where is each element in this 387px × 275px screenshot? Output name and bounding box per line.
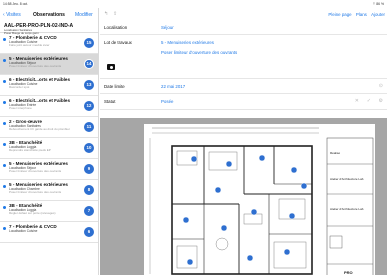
plan-sheet: Réalisé Atelier d'Architecture Lab Ateli… [144,124,375,275]
list-item[interactable]: 3B - Etanchéité Localisation Loggia Régler… [0,201,98,222]
list-item[interactable]: 2 - Gros-œuvre Localisation Sanitaires Reb… [0,117,98,138]
item-number-badge: 12 [84,101,94,111]
share-icon[interactable]: ⇪ [113,11,117,17]
date-row[interactable]: Date limite 22 mai 2017 ⊙ [100,79,387,94]
sidebar-title: Observations [33,12,65,18]
cartouche-text-2: Atelier d'Architecture Lab [330,177,364,181]
status-dot-icon [3,59,6,62]
status-dot-icon [3,38,6,41]
localisation-row[interactable]: Localisation Séjour [100,20,387,35]
cartouche-text-3: Atelier d'Architecture Lab [330,207,364,211]
floor-plan-drawing: Réalisé Atelier d'Architecture Lab Ateli… [149,127,374,275]
item-description: Faire joint autour meuble évier [9,44,50,48]
item-description: Poser limiteur d'ouverture des ouvrants [9,191,62,195]
calendar-icon[interactable]: ⊙ [379,83,383,89]
plan-header[interactable]: AAL-PER-PRO-PLN-02-IND-A Localisation Sa… [0,22,98,35]
item-number-badge: 14 [84,59,94,69]
status-dot-icon [3,185,6,188]
check-icon[interactable]: ✓ [367,98,371,104]
full-page-link[interactable]: Pleine page [328,12,351,17]
localisation-value: Séjour [161,25,174,30]
cartouche-footer: PRO [344,270,353,275]
localisation-label: Localisation [104,25,128,30]
statut-value: Posée [161,99,174,104]
item-number-badge: 7 [84,206,94,216]
status-dot-icon [3,227,6,230]
detail-toolbar: ↰ ⇪ Pleine page Plans Ajouter [100,8,387,20]
item-number-badge: 10 [84,143,94,153]
observation-detail: ↰ ⇪ Pleine page Plans Ajouter Localisati… [100,8,387,275]
status-dot-icon [3,101,6,104]
camera-icon[interactable] [107,64,115,70]
list-item[interactable]: 6 - Electricit...orts et Faibles Localisa… [0,96,98,117]
list-item[interactable]: 3B - Etanchéité Localisation Loggia Repren… [0,138,98,159]
description-value[interactable]: Poser limiteur d'ouverture des ouvrants [161,50,237,55]
status-dot-icon [3,122,6,125]
item-description: Rebouchement Ch garde au droit du plombi… [9,128,70,132]
item-description: Régler défaut sur porte (relevages) [9,212,56,216]
status-dot-icon [3,164,6,167]
item-number-badge: 8 [84,185,94,195]
status-battery: ⇡ 86 % [372,2,384,6]
item-number-badge: 13 [84,80,94,90]
item-number-badge: 11 [84,122,94,132]
observation-list: 7 - Plomberie & CVCD Localisation Cuisine… [0,33,98,243]
add-link[interactable]: Ajouter [371,12,385,17]
date-value: 22 mai 2017 [161,84,186,89]
lot-row[interactable]: Lot de travaux 5 - Menuiseries extérieur… [100,35,387,79]
status-dot-icon [3,143,6,146]
status-bar: 14:58 Jeu. 8 oct. ⇡ 86 % [0,0,387,8]
item-location: Localisation Cuisine [9,228,38,233]
back-arrow-icon[interactable]: ↰ [104,11,108,17]
list-item[interactable]: 6 - Electricit...orts et Faibles Localisa… [0,75,98,96]
toolbar-links: Pleine page Plans Ajouter [325,12,385,17]
lot-label: Lot de travaux [104,40,132,45]
item-number-badge: 9 [84,164,94,174]
list-item[interactable]: 7 - Plomberie & CVCD Localisation Cuisine… [0,222,98,243]
item-number-badge: 15 [84,38,94,48]
back-label: Visites [6,12,21,18]
back-button[interactable]: ‹ Visites [3,12,21,18]
plan-viewer[interactable]: Réalisé Atelier d'Architecture Lab Ateli… [100,118,387,275]
statut-row[interactable]: Statut Posée ✕ ✓ ⚙ [100,94,387,110]
status-dot-icon [3,206,6,209]
lot-value: 5 - Menuiseries extérieures [161,40,214,45]
list-item[interactable]: 5 - Menuiseries extérieures Localisation … [0,54,98,75]
item-description: Poser limiteur d'ouverture des ouvrants [9,65,62,69]
edit-button[interactable]: Modifier [75,12,93,18]
list-item[interactable]: 5 - Menuiseries extérieures Localisation … [0,180,98,201]
item-description: Poser limiteur d'ouverture des ouvrants [9,170,62,174]
item-number-badge: 6 [84,227,94,237]
status-dot-icon [3,80,6,83]
plans-link[interactable]: Plans [356,12,367,17]
close-icon[interactable]: ✕ [355,98,359,104]
observations-sidebar: ‹ Visites Observations Modifier AAL-PER-… [0,8,99,275]
item-description: Poser interphone [9,107,32,111]
list-item[interactable]: 7 - Plomberie & CVCD Localisation Cuisine… [0,33,98,54]
statut-label: Statut [104,99,116,104]
item-description: Raccorder spot [9,86,30,90]
gear-icon[interactable]: ⚙ [379,98,383,104]
list-item[interactable]: 5 - Menuiseries extérieures Localisation … [0,159,98,180]
date-label: Date limite [104,84,125,89]
item-description: Reprendre étanchéité pieds EP [9,149,51,153]
cartouche-text-1: Réalisé [330,151,340,155]
status-time: 14:58 Jeu. 8 oct. [3,2,29,6]
sidebar-navbar: ‹ Visites Observations Modifier [0,8,98,22]
